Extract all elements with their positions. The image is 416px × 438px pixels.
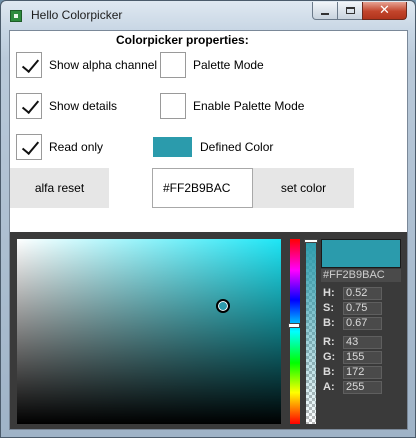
red-field[interactable]: 43 (343, 336, 382, 349)
color-cursor[interactable] (216, 299, 230, 313)
app-window: Hello Colorpicker ✕ Colorpicker properti… (0, 0, 416, 438)
defined-color-option[interactable]: Defined Color (153, 137, 273, 157)
defined-color-label: Defined Color (200, 140, 274, 154)
saturation-field[interactable]: 0.75 (343, 302, 382, 315)
show-details-option[interactable]: Show details (16, 93, 117, 119)
hex-color-input[interactable]: #FF2B9BAC (152, 168, 253, 208)
show-alpha-option[interactable]: Show alpha channel (16, 52, 157, 78)
defined-color-swatch[interactable] (153, 137, 192, 157)
show-details-checkbox[interactable] (16, 93, 42, 119)
maximize-icon (345, 7, 355, 14)
palette-mode-checkbox[interactable] (160, 52, 186, 78)
set-color-button[interactable]: set color (253, 168, 354, 208)
alpha-label: A: (323, 381, 335, 393)
close-icon: ✕ (379, 3, 390, 18)
title-bar[interactable]: Hello Colorpicker ✕ (1, 1, 415, 29)
hex-readout: #FF2B9BAC (321, 269, 401, 282)
enable-palette-mode-label: Enable Palette Mode (193, 99, 305, 113)
enable-palette-mode-checkbox[interactable] (160, 93, 186, 119)
main-panel: Colorpicker properties: Show alpha chann… (9, 30, 408, 430)
show-alpha-checkbox[interactable] (16, 52, 42, 78)
blue-field[interactable]: 172 (343, 366, 382, 379)
alpha-slider[interactable] (304, 239, 318, 424)
palette-mode-option[interactable]: Palette Mode (160, 52, 264, 78)
read-only-label: Read only (49, 140, 104, 154)
color-picker: #FF2B9BAC H: 0.52 S: 0.75 B: 0.67 R: 43 … (10, 232, 407, 429)
read-only-option[interactable]: Read only (16, 134, 103, 160)
brightness-label: B: (323, 317, 335, 329)
saturation-label: S: (323, 302, 334, 314)
saturation-brightness-area[interactable] (17, 239, 281, 424)
alpha-gradient (306, 239, 316, 424)
enable-palette-mode-option[interactable]: Enable Palette Mode (160, 93, 304, 119)
show-alpha-label: Show alpha channel (49, 58, 158, 72)
green-field[interactable]: 155 (343, 351, 382, 364)
hue-slider-handle[interactable] (288, 323, 300, 328)
close-button[interactable]: ✕ (362, 2, 407, 20)
palette-mode-label: Palette Mode (193, 58, 264, 72)
hue-slider[interactable] (288, 239, 300, 424)
hue-label: H: (323, 287, 335, 299)
alpha-field[interactable]: 255 (343, 381, 382, 394)
red-label: R: (323, 336, 335, 348)
show-details-label: Show details (49, 99, 118, 113)
brightness-field[interactable]: 0.67 (343, 317, 382, 330)
app-icon (10, 10, 22, 22)
minimize-icon (321, 12, 329, 15)
green-label: G: (323, 351, 336, 363)
maximize-button[interactable] (337, 2, 363, 20)
alfa-reset-button[interactable]: alfa reset (10, 168, 109, 208)
current-color-preview (321, 239, 401, 268)
alpha-slider-handle[interactable] (304, 239, 318, 243)
minimize-button[interactable] (312, 2, 338, 20)
hue-field[interactable]: 0.52 (343, 287, 382, 300)
properties-heading: Colorpicker properties: (116, 33, 249, 47)
read-only-checkbox[interactable] (16, 134, 42, 160)
blue-label: B: (323, 366, 335, 378)
window-title: Hello Colorpicker (31, 8, 123, 22)
